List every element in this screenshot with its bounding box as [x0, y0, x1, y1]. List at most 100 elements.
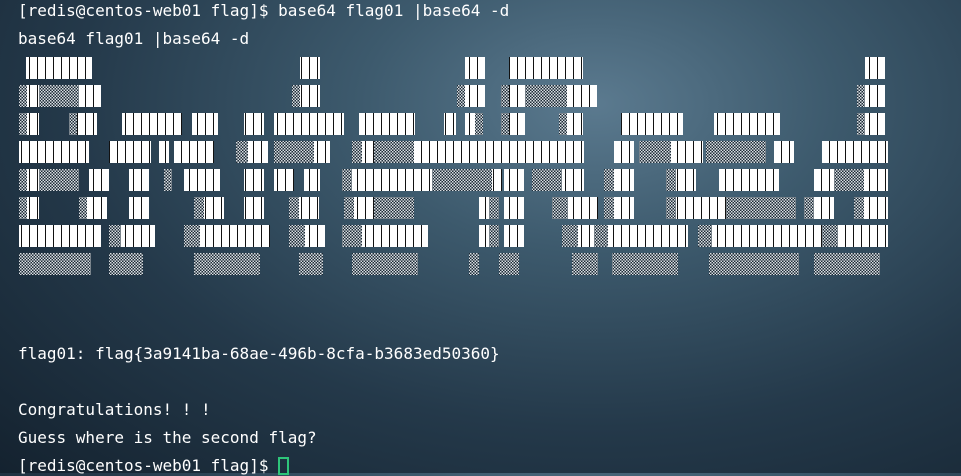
art-block: [27, 85, 39, 107]
art-block: [504, 197, 524, 219]
art-block: [479, 225, 489, 247]
art-block: [26, 57, 92, 79]
art-shadow: [501, 113, 509, 135]
art-block: [200, 225, 270, 247]
art-block: [87, 197, 107, 219]
art-shadow: [299, 253, 323, 275]
art-block: [838, 225, 888, 247]
text-cursor: [278, 457, 290, 475]
art-shadow: [69, 113, 77, 135]
art-block: [492, 169, 502, 191]
art-block: [434, 141, 504, 163]
art-block: [504, 169, 524, 191]
art-block: [362, 141, 374, 163]
art-shadow: [475, 113, 483, 135]
art-shadow: [709, 253, 799, 275]
art-block: [27, 113, 39, 135]
art-shadow: [39, 169, 79, 191]
art-shadow: [236, 141, 248, 163]
art-block: [865, 85, 885, 107]
hint-text: Guess where is the second flag?: [18, 428, 317, 447]
art-shadow: [374, 197, 414, 219]
congratulations-text: Congratulations! ! !: [18, 400, 211, 419]
art-shadow: [457, 85, 465, 107]
art-block: [465, 85, 485, 107]
art-block: [444, 113, 456, 135]
art-block: [578, 225, 594, 247]
art-block: [244, 113, 264, 135]
art-shadow: [342, 225, 362, 247]
art-shadow: [79, 197, 87, 219]
art-block: [814, 197, 834, 219]
art-block: [274, 169, 294, 191]
art-block: [300, 85, 320, 107]
art-block: [89, 169, 109, 191]
art-shadow: [469, 253, 479, 275]
prompt-line[interactable]: [redis@centos-web01 flag]$: [18, 456, 290, 476]
art-shadow: [706, 141, 766, 163]
art-shadow: [184, 225, 200, 247]
art-block: [614, 197, 634, 219]
command-text: base64 flag01 |base64 -d: [278, 1, 510, 20]
art-shadow: [857, 85, 865, 107]
art-block: [567, 113, 583, 135]
art-shadow: [604, 169, 614, 191]
art-shadow: [39, 85, 79, 107]
art-shadow: [19, 85, 27, 107]
art-block: [299, 197, 319, 219]
art-block: [27, 169, 39, 191]
art-shadow: [489, 197, 499, 219]
art-block: [504, 225, 524, 247]
art-block: [305, 225, 325, 247]
art-shadow: [19, 169, 27, 191]
art-shadow: [726, 197, 796, 219]
art-block: [300, 57, 320, 79]
art-block: [121, 225, 155, 247]
art-block: [122, 113, 182, 135]
art-block: [504, 141, 584, 163]
command-line: [redis@centos-web01 flag]$ base64 flag01…: [18, 1, 509, 21]
art-block: [676, 169, 696, 191]
art-block: [204, 197, 224, 219]
art-shadow: [489, 225, 499, 247]
art-shadow: [344, 197, 354, 219]
art-block: [614, 141, 634, 163]
art-block: [248, 141, 268, 163]
art-block: [414, 141, 434, 163]
art-block: [864, 169, 888, 191]
art-block: [479, 197, 489, 219]
art-block: [244, 197, 264, 219]
art-shadow: [19, 197, 27, 219]
art-shadow: [552, 197, 568, 219]
art-shadow: [194, 197, 204, 219]
art-block: [774, 141, 794, 163]
terminal-window[interactable]: [redis@centos-web01 flag]$ base64 flag01…: [0, 0, 961, 476]
art-shadow: [854, 197, 864, 219]
art-shadow: [501, 85, 509, 107]
art-block: [27, 197, 39, 219]
art-shadow: [164, 169, 172, 191]
echo-line: base64 flag01 |base64 -d: [18, 29, 250, 48]
art-shadow: [604, 197, 614, 219]
art-shadow: [109, 225, 121, 247]
art-block: [174, 141, 214, 163]
art-block: [509, 113, 525, 135]
art-shadow: [562, 225, 578, 247]
art-shadow: [499, 253, 519, 275]
art-shadow: [698, 225, 712, 247]
art-block: [314, 141, 330, 163]
art-block: [865, 57, 885, 79]
art-block: [79, 85, 101, 107]
art-shadow: [352, 253, 418, 275]
art-block: [77, 113, 97, 135]
art-block: [719, 169, 779, 191]
art-block: [19, 141, 89, 163]
art-shadow: [857, 113, 865, 135]
art-shadow: [19, 113, 27, 135]
art-block: [192, 113, 218, 135]
ascii-art-banner: [19, 57, 888, 275]
art-block: [614, 169, 634, 191]
art-shadow: [274, 141, 314, 163]
art-shadow: [432, 169, 492, 191]
art-shadow: [814, 253, 880, 275]
